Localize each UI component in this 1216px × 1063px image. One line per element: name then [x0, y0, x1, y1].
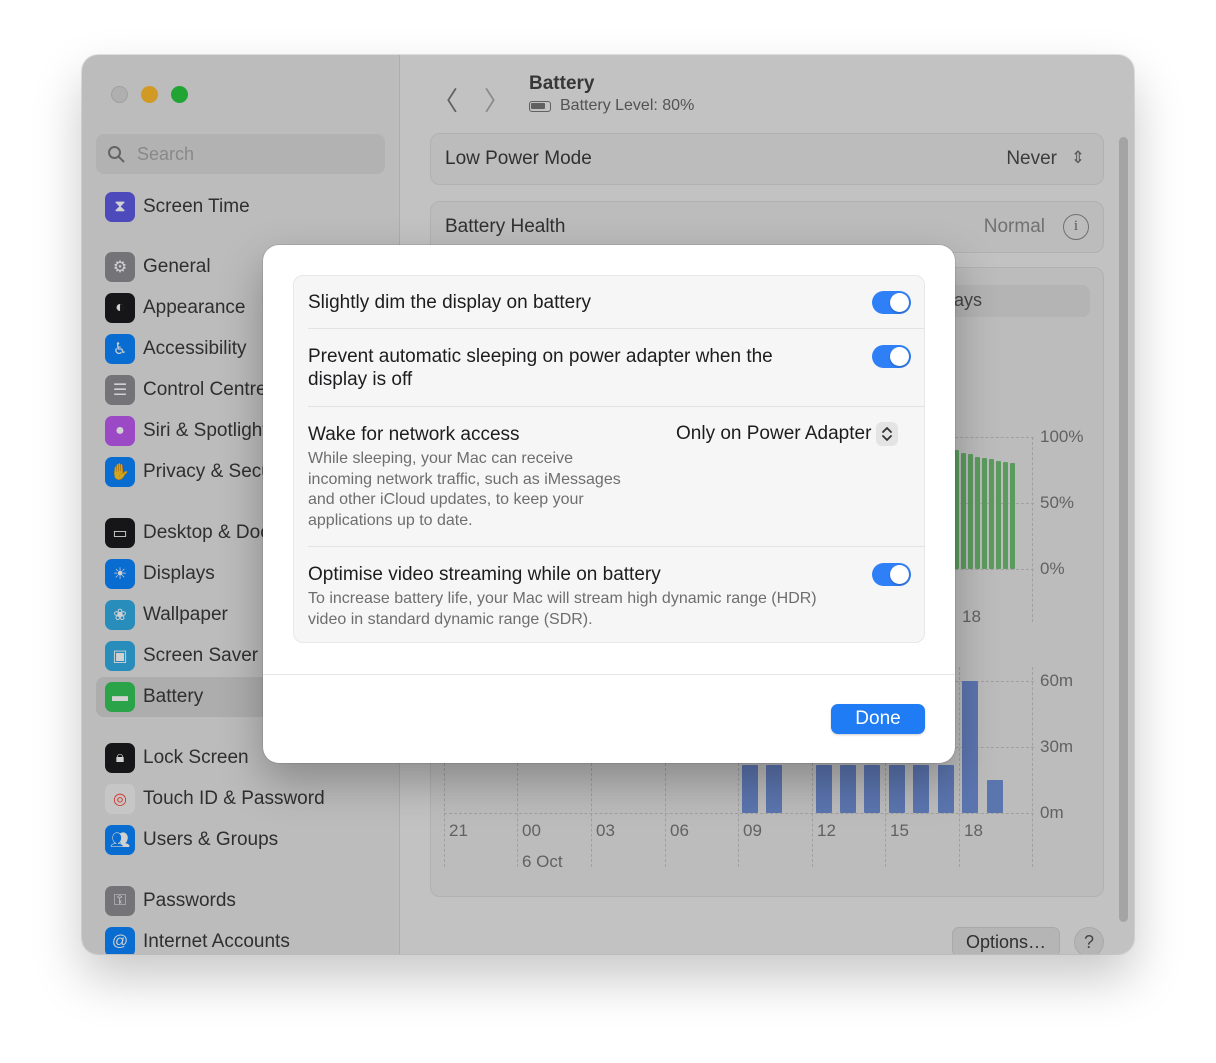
separator	[308, 546, 924, 547]
optimise-video-toggle[interactable]	[872, 563, 911, 586]
done-button[interactable]: Done	[831, 704, 925, 734]
wake-network-description: While sleeping, your Mac can receive inc…	[308, 450, 621, 529]
dim-display-label: Slightly dim the display on battery	[308, 292, 592, 313]
optimise-video-description: To increase battery life, your Mac will …	[308, 590, 817, 628]
prevent-sleep-toggle[interactable]	[872, 345, 911, 368]
optimise-video-label: Optimise video streaming while on batter…	[308, 564, 661, 585]
separator	[308, 406, 924, 407]
separator	[308, 328, 924, 329]
wake-network-value: Only on Power Adapter	[676, 423, 872, 444]
battery-options-sheet: Slightly dim the display on battery Prev…	[263, 245, 955, 763]
stepper-chevron-icon	[876, 422, 899, 446]
options-group: Slightly dim the display on battery Prev…	[293, 275, 925, 643]
prevent-sleep-label: Prevent automatic sleeping on power adap…	[308, 346, 773, 390]
dim-display-toggle[interactable]	[872, 291, 911, 314]
wake-network-popup[interactable]: Only on Power Adapter	[676, 421, 899, 447]
wake-network-label: Wake for network access	[308, 424, 520, 445]
footer-separator	[263, 674, 955, 675]
